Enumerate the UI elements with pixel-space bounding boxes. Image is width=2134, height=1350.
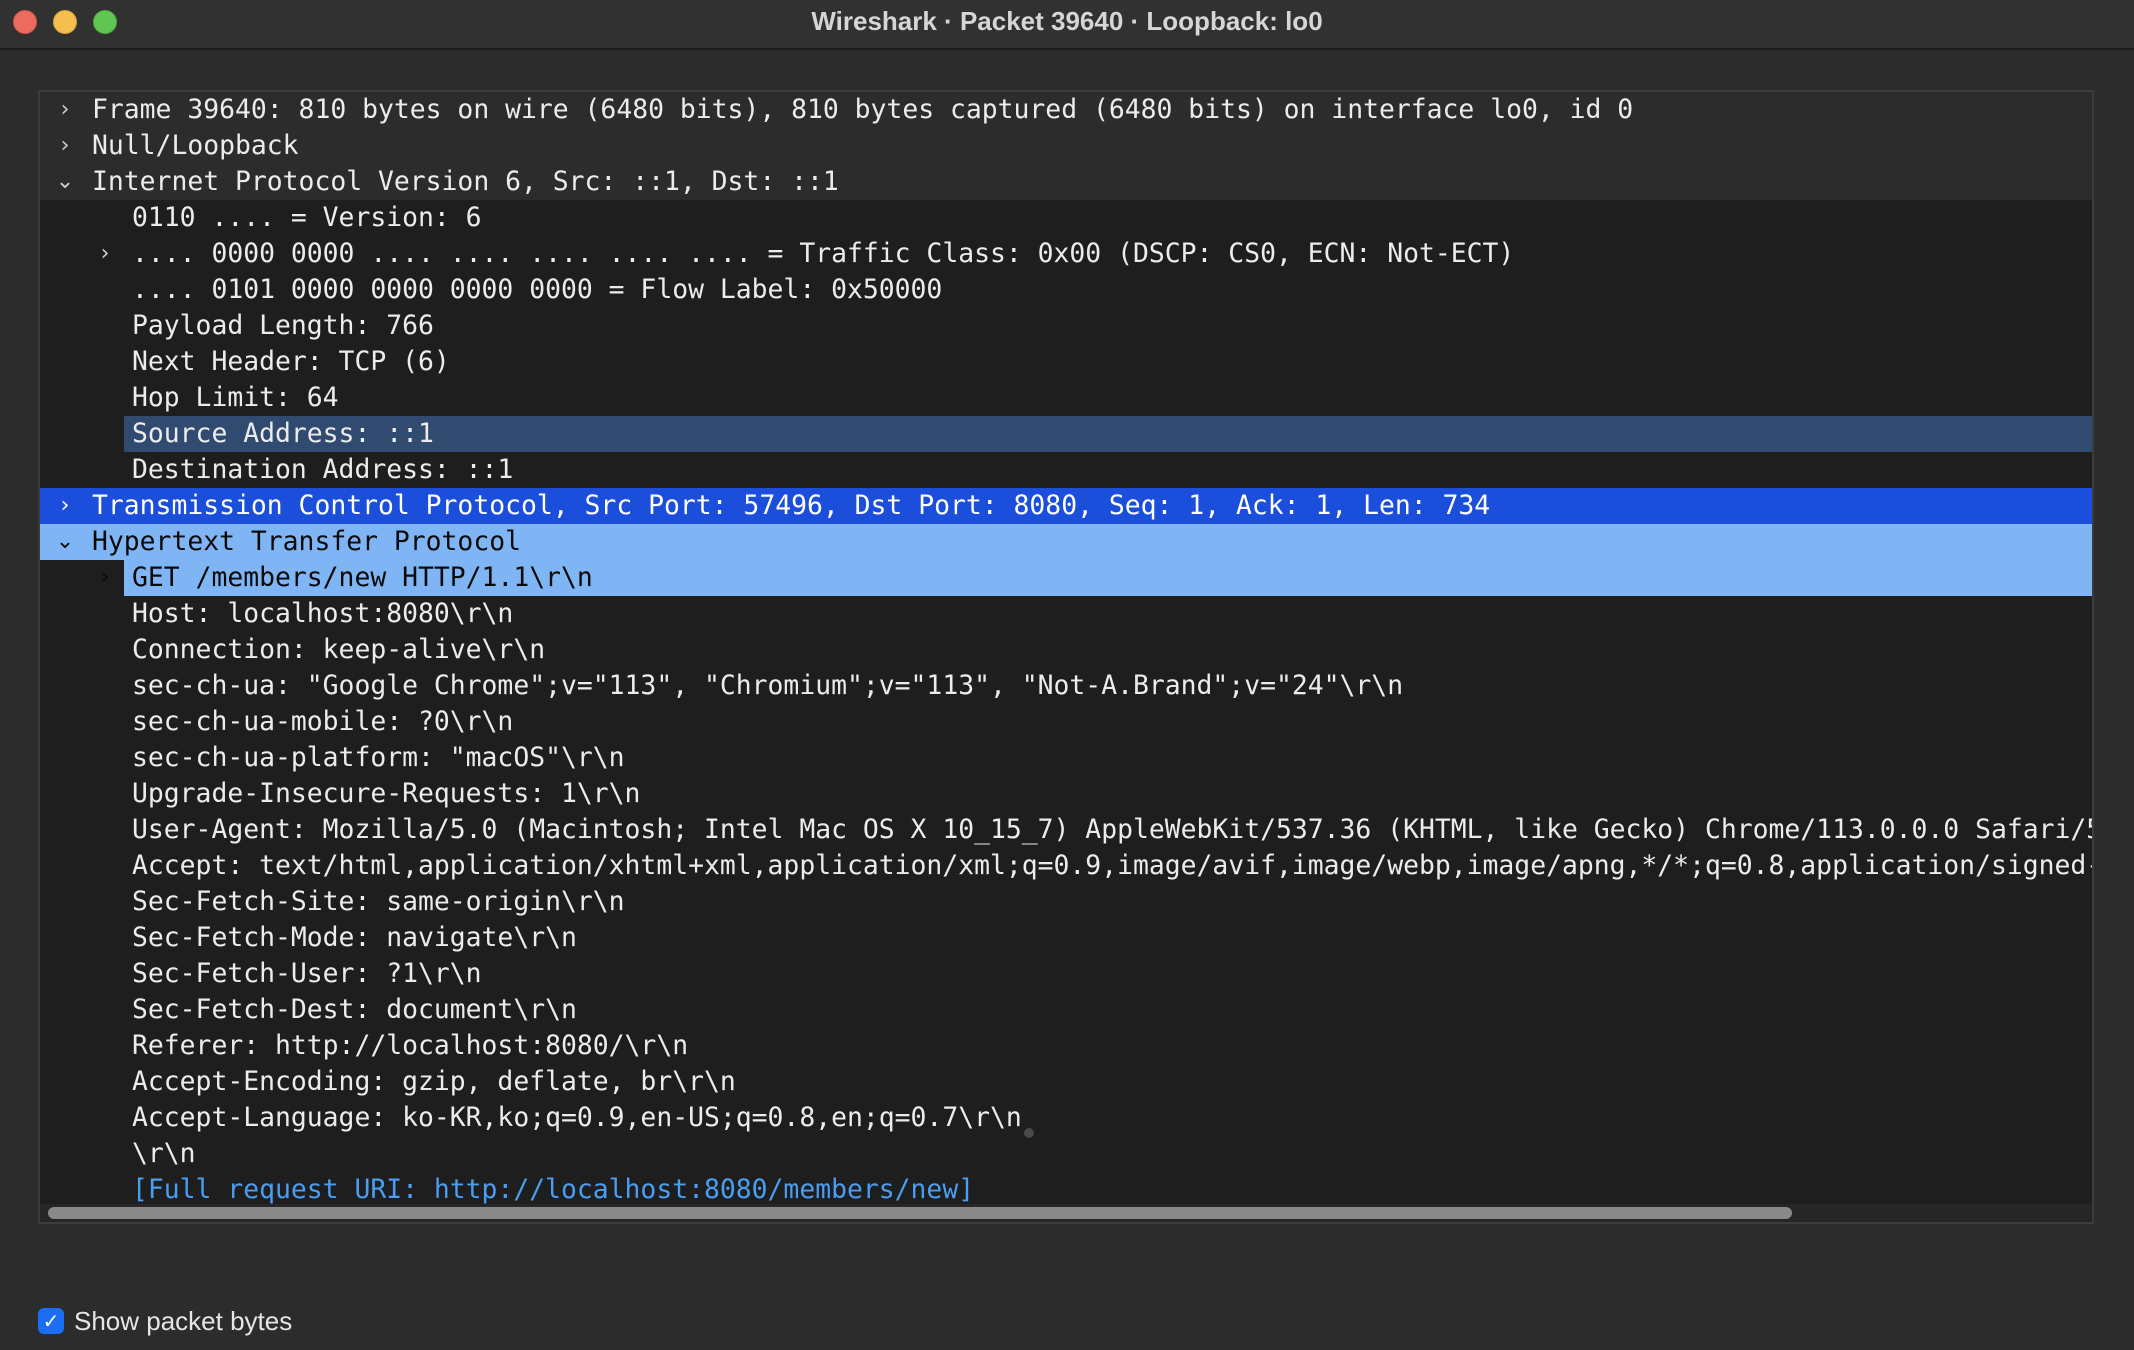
tree-item-ipv6-version[interactable]: 0110 .... = Version: 6 (40, 200, 2092, 236)
tree-item-ipv6-payload-length[interactable]: Payload Length: 766 (40, 308, 2092, 344)
tree-item-label: Accept-Encoding: gzip, deflate, br\r\n (132, 1066, 736, 1097)
tree-item-http-request-line[interactable]: › GET /members/new HTTP/1.1\r\n (40, 560, 2092, 596)
tree-item-label: Next Header: TCP (6) (132, 346, 450, 377)
full-request-uri-link[interactable]: [Full request URI: http://localhost:8080… (132, 1172, 974, 1204)
tree-item-label: Sec-Fetch-Dest: document\r\n (132, 994, 577, 1025)
tree-item-label: sec-ch-ua-platform: "macOS"\r\n (132, 742, 625, 773)
tree-item-label: Accept: text/html,application/xhtml+xml,… (132, 850, 2092, 881)
tree-item-http-header[interactable]: sec-ch-ua-platform: "macOS"\r\n (40, 740, 2092, 776)
tree-item-http[interactable]: ⌄ Hypertext Transfer Protocol (40, 524, 2092, 560)
checkmark-icon: ✓ (42, 1309, 60, 1333)
tree-item-label: Null/Loopback (92, 130, 299, 161)
tree-item-label: Sec-Fetch-Site: same-origin\r\n (132, 886, 625, 917)
tree-item-tcp[interactable]: › Transmission Control Protocol, Src Por… (40, 488, 2092, 524)
tree-item-label: Internet Protocol Version 6, Src: ::1, D… (92, 166, 839, 197)
tree-item-label: Sec-Fetch-Mode: navigate\r\n (132, 922, 577, 953)
tree-item-label: User-Agent: Mozilla/5.0 (Macintosh; Inte… (132, 814, 2092, 845)
tree-item-http-header[interactable]: Upgrade-Insecure-Requests: 1\r\n (40, 776, 2092, 812)
tree-item-label: Source Address: ::1 (132, 418, 434, 449)
tree-item-http-header[interactable]: Sec-Fetch-Dest: document\r\n (40, 992, 2092, 1028)
tree-item-http-header[interactable]: User-Agent: Mozilla/5.0 (Macintosh; Inte… (40, 812, 2092, 848)
chevron-down-icon[interactable]: ⌄ (52, 524, 78, 560)
chevron-down-icon[interactable]: ⌄ (52, 164, 78, 200)
tree-item-label: \r\n (132, 1138, 196, 1169)
tree-item-http-header[interactable]: sec-ch-ua: "Google Chrome";v="113", "Chr… (40, 668, 2092, 704)
tree-item-http-header[interactable]: Sec-Fetch-Mode: navigate\r\n (40, 920, 2092, 956)
tree-rows: › Frame 39640: 810 bytes on wire (6480 b… (40, 92, 2092, 1204)
tree-item-label: sec-ch-ua: "Google Chrome";v="113", "Chr… (132, 670, 1404, 701)
chevron-right-icon[interactable]: › (92, 236, 118, 272)
tree-item-ipv6-next-header[interactable]: Next Header: TCP (6) (40, 344, 2092, 380)
tree-item-http-header[interactable]: Accept: text/html,application/xhtml+xml,… (40, 848, 2092, 884)
tree-item-label: .... 0000 0000 .... .... .... .... .... … (132, 238, 1515, 269)
tree-item-null-loopback[interactable]: › Null/Loopback (40, 128, 2092, 164)
chevron-right-icon[interactable]: › (52, 128, 78, 164)
show-packet-bytes-label: Show packet bytes (74, 1305, 293, 1336)
tree-item-http-header[interactable]: Sec-Fetch-User: ?1\r\n (40, 956, 2092, 992)
tree-item-ipv6-source-address[interactable]: Source Address: ::1 (40, 416, 2092, 452)
tree-item-frame[interactable]: › Frame 39640: 810 bytes on wire (6480 b… (40, 92, 2092, 128)
tree-item-http-header[interactable]: Accept-Language: ko-KR,ko;q=0.9,en-US;q=… (40, 1100, 2092, 1136)
chevron-right-icon[interactable]: › (52, 488, 78, 524)
tree-item-label: Hop Limit: 64 (132, 382, 339, 413)
tree-item-label: Transmission Control Protocol, Src Port:… (92, 490, 1491, 521)
tree-item-http-header[interactable]: sec-ch-ua-mobile: ?0\r\n (40, 704, 2092, 740)
horizontal-scrollbar[interactable] (40, 1204, 2092, 1222)
tree-item-label: Payload Length: 766 (132, 310, 434, 341)
tree-item-label: 0110 .... = Version: 6 (132, 202, 482, 233)
pane-splitter-handle[interactable] (1024, 1128, 1034, 1138)
tree-item-label: sec-ch-ua-mobile: ?0\r\n (132, 706, 514, 737)
tree-item-ipv6[interactable]: ⌄ Internet Protocol Version 6, Src: ::1,… (40, 164, 2092, 200)
tree-item-label: Host: localhost:8080\r\n (132, 598, 514, 629)
chevron-right-icon[interactable]: › (92, 560, 118, 596)
tree-item-http-header[interactable]: Accept-Encoding: gzip, deflate, br\r\n (40, 1064, 2092, 1100)
tree-item-ipv6-flow-label[interactable]: .... 0101 0000 0000 0000 0000 = Flow Lab… (40, 272, 2092, 308)
tree-item-http-header[interactable]: Sec-Fetch-Site: same-origin\r\n (40, 884, 2092, 920)
tree-item-label: Sec-Fetch-User: ?1\r\n (132, 958, 482, 989)
show-packet-bytes-checkbox[interactable]: ✓ (38, 1308, 64, 1334)
tree-item-http-header[interactable]: Connection: keep-alive\r\n (40, 632, 2092, 668)
tree-item-label: Hypertext Transfer Protocol (92, 526, 521, 557)
show-packet-bytes-option[interactable]: ✓ Show packet bytes (38, 1306, 292, 1336)
tree-item-http-header[interactable]: Referer: http://localhost:8080/\r\n (40, 1028, 2092, 1064)
tree-item-label: Connection: keep-alive\r\n (132, 634, 546, 665)
horizontal-scrollbar-thumb[interactable] (48, 1207, 1792, 1219)
tree-item-label: .... 0101 0000 0000 0000 0000 = Flow Lab… (132, 274, 943, 305)
tree-item-http-header[interactable]: \r\n (40, 1136, 2092, 1172)
tree-item-ipv6-destination-address[interactable]: Destination Address: ::1 (40, 452, 2092, 488)
chevron-right-icon[interactable]: › (52, 92, 78, 128)
tree-item-ipv6-traffic-class[interactable]: › .... 0000 0000 .... .... .... .... ...… (40, 236, 2092, 272)
tree-item-label: Frame 39640: 810 bytes on wire (6480 bit… (92, 94, 1634, 125)
tree-item-label: Destination Address: ::1 (132, 454, 514, 485)
tree-item-http-full-request-uri[interactable]: [Full request URI: http://localhost:8080… (40, 1172, 2092, 1204)
tree-item-label: GET /members/new HTTP/1.1\r\n (132, 562, 593, 593)
window-title: Wireshark · Packet 39640 · Loopback: lo0 (811, 6, 1323, 36)
tree-item-http-header[interactable]: Host: localhost:8080\r\n (40, 596, 2092, 632)
title-bar: Wireshark · Packet 39640 · Loopback: lo0 (0, 0, 2134, 50)
packet-details-tree: › Frame 39640: 810 bytes on wire (6480 b… (38, 90, 2094, 1224)
tree-item-label: Accept-Language: ko-KR,ko;q=0.9,en-US;q=… (132, 1102, 1022, 1133)
tree-item-label: Referer: http://localhost:8080/\r\n (132, 1030, 689, 1061)
tree-item-label: Upgrade-Insecure-Requests: 1\r\n (132, 778, 641, 809)
tree-item-ipv6-hop-limit[interactable]: Hop Limit: 64 (40, 380, 2092, 416)
